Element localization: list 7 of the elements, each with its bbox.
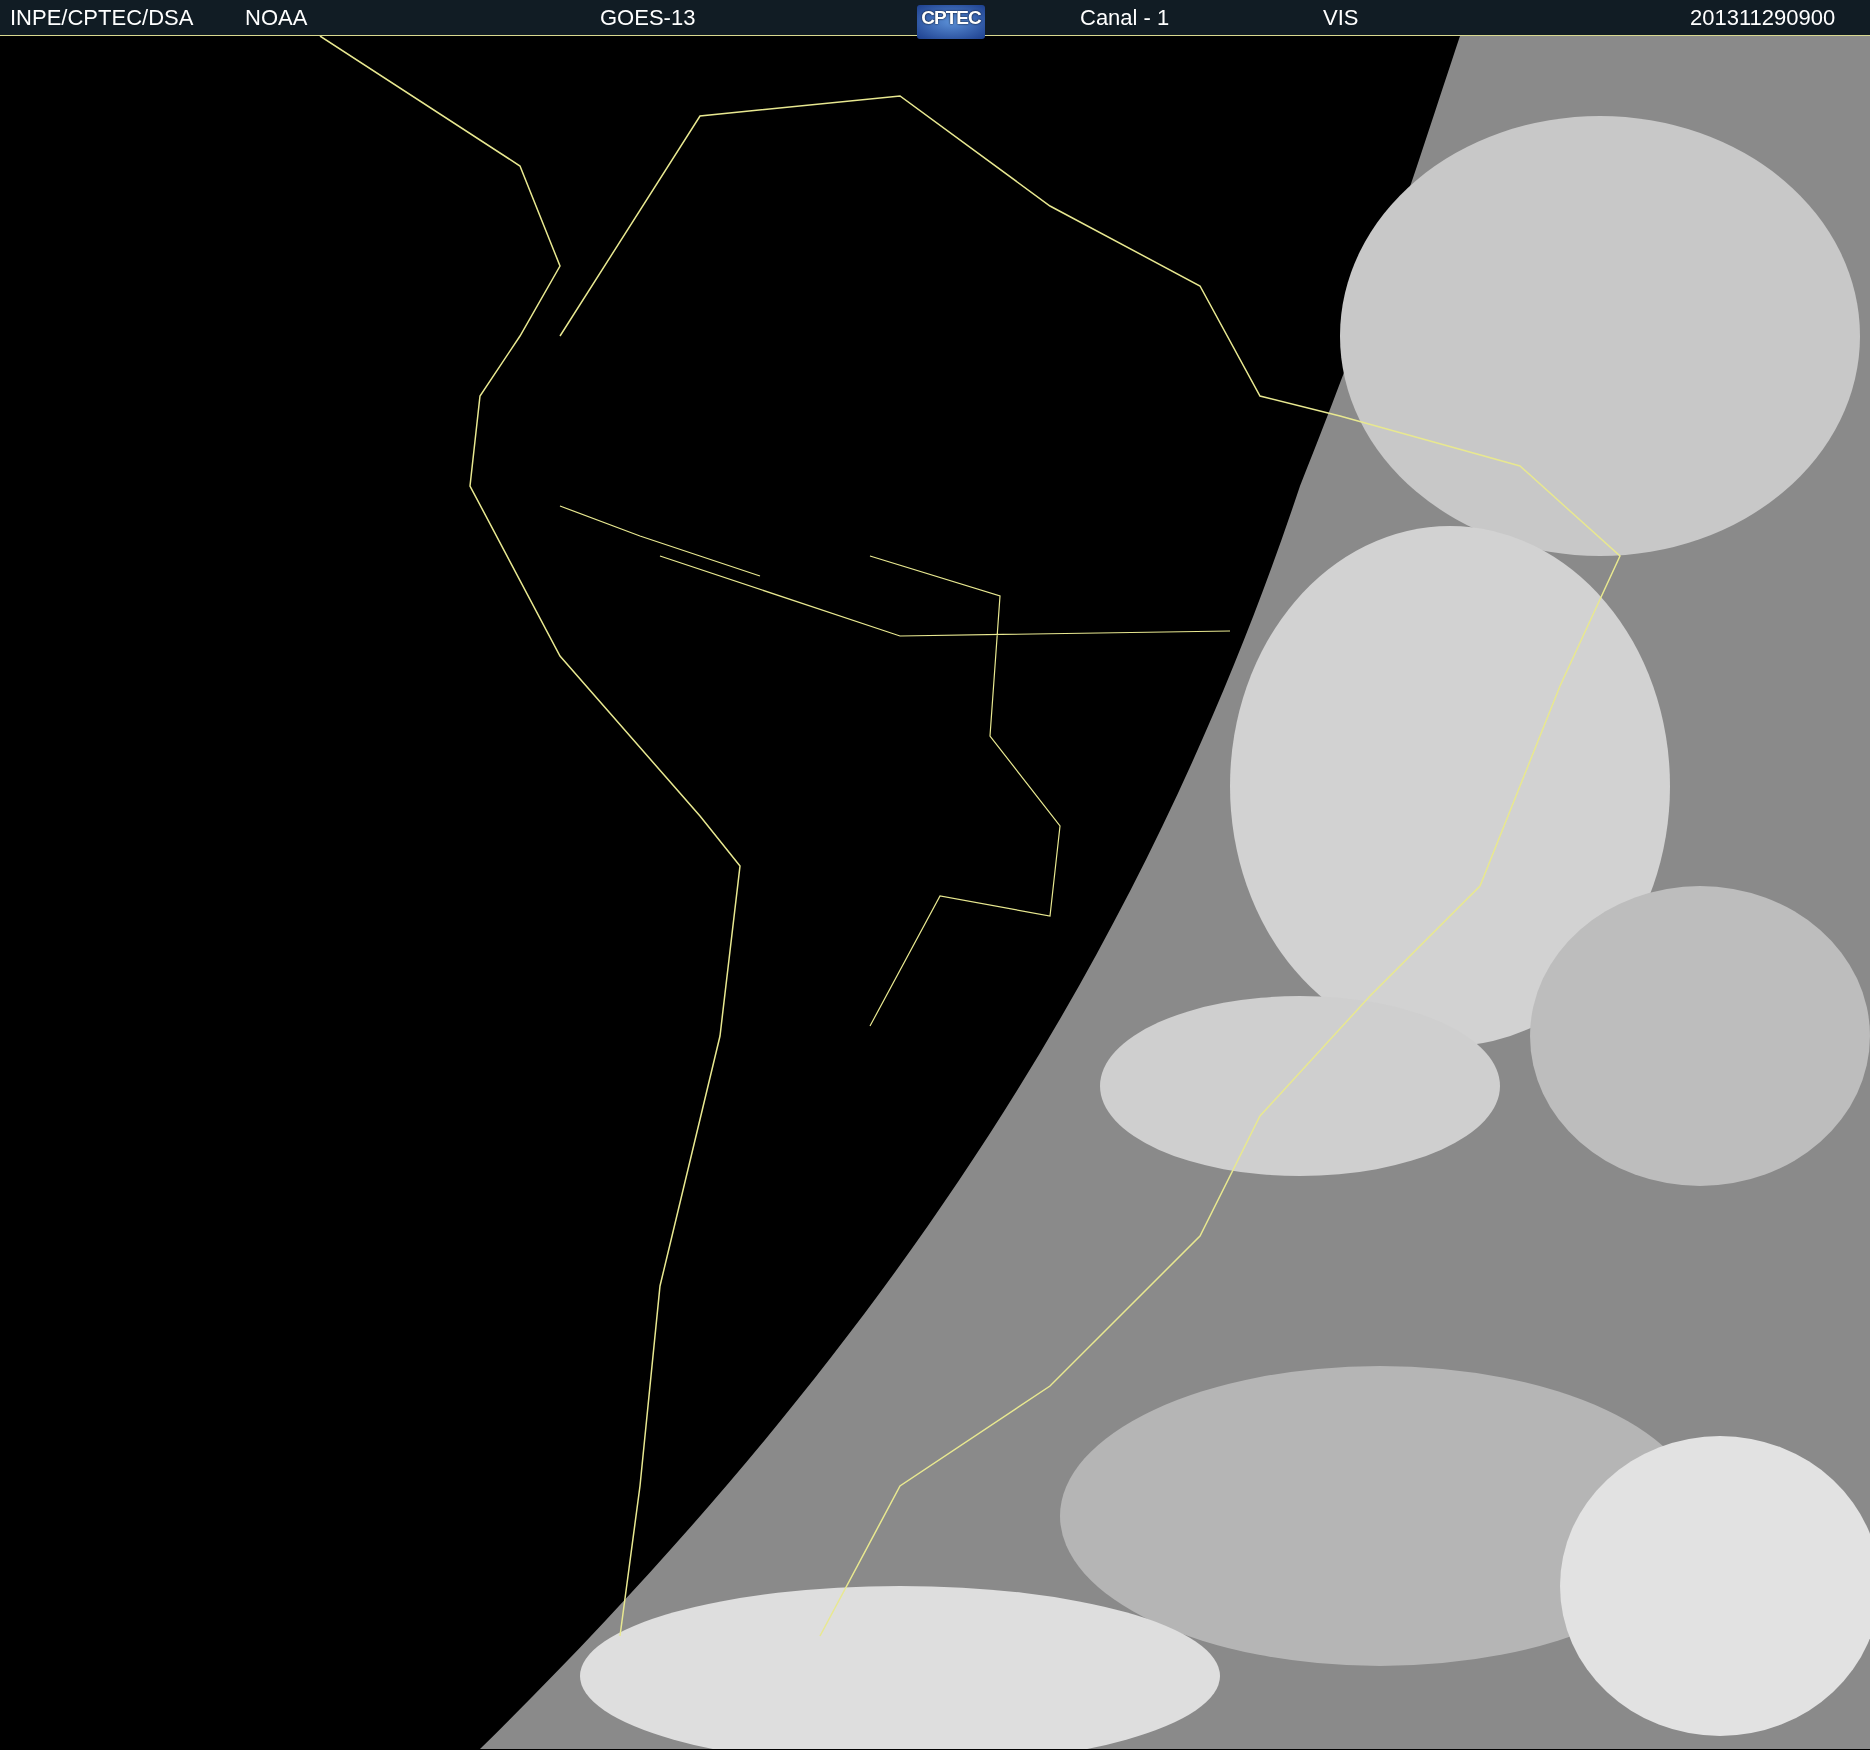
- logo: CPTEC: [917, 5, 985, 39]
- header-text: 201311290900: [1690, 5, 1836, 31]
- header-text: INPE/CPTEC/DSA: [10, 5, 194, 31]
- header-text: GOES-13: [600, 5, 696, 31]
- header-text: VIS: [1323, 5, 1359, 31]
- header-text: Canal - 1: [1080, 5, 1170, 31]
- header-text: NOAA: [245, 5, 308, 31]
